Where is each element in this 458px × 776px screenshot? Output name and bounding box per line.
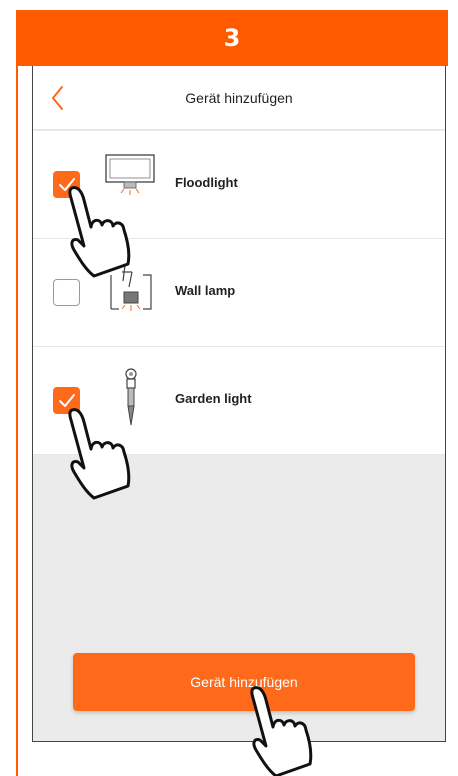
checkmark-icon [59,394,75,407]
garden-light-checkbox[interactable] [53,387,80,414]
step-number-banner: 3 [16,10,448,66]
device-row-floodlight[interactable]: Floodlight [33,131,445,239]
chevron-left-icon [52,86,63,110]
device-label-wall-lamp: Wall lamp [175,283,236,298]
nav-bar: Gerät hinzufügen [33,66,445,130]
page-title: Gerät hinzufügen [185,89,293,106]
device-row-wall-lamp[interactable]: Wall lamp [33,239,445,347]
device-row-garden-light[interactable]: Garden light [33,347,445,455]
accent-rule [16,66,18,776]
wall-lamp-checkbox[interactable] [53,279,80,306]
wall-lamp-icon [110,264,152,311]
device-label-garden-light: Garden light [175,391,252,406]
checkmark-icon [59,178,75,191]
add-device-button-label: Gerät hinzufügen [190,674,298,690]
tutorial-frame: 3 Gerät hinzufügen Floodlight Wall lamp … [0,0,458,776]
floodlight-icon [105,154,155,195]
phone-screen: Gerät hinzufügen Floodlight Wall lamp Ga… [32,66,446,742]
back-button[interactable] [45,84,73,112]
add-device-button[interactable]: Gerät hinzufügen [73,653,415,711]
garden-light-icon [125,368,137,426]
step-number: 3 [223,24,241,52]
floodlight-checkbox[interactable] [53,171,80,198]
device-label-floodlight: Floodlight [175,175,238,190]
